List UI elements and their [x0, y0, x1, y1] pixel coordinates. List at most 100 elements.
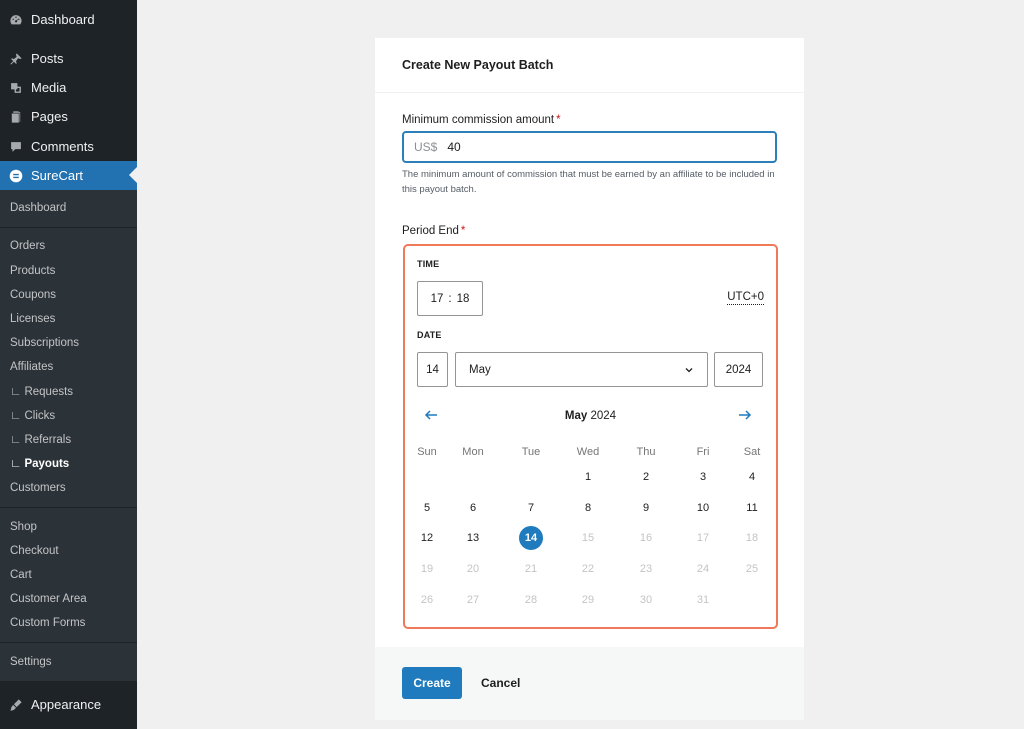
menu-comments[interactable]: Comments — [0, 132, 137, 161]
sub-cart[interactable]: Cart — [10, 566, 32, 584]
calendar-month: May — [564, 410, 588, 422]
calendar-day[interactable]: 2 — [634, 465, 658, 489]
chevron-down-icon — [685, 368, 693, 373]
sub-payouts[interactable]: ∟ Payouts — [10, 455, 69, 473]
weekday-tue: Tue — [521, 446, 541, 458]
sub-clicks[interactable]: ∟ Clicks — [10, 407, 55, 425]
sub-dashboard[interactable]: Dashboard — [10, 199, 66, 217]
weekday-wed: Wed — [576, 446, 600, 458]
calendar-day[interactable]: 4 — [740, 465, 764, 489]
calendar-day: 19 — [420, 563, 434, 575]
calendar-day[interactable]: 1 — [576, 465, 600, 489]
calendar-year: 2024 — [590, 410, 617, 422]
sub-checkout[interactable]: Checkout — [10, 542, 59, 560]
menu-label: Dashboard — [31, 12, 95, 27]
menu-media[interactable]: Media — [0, 73, 137, 102]
divider — [0, 507, 137, 508]
calendar-day[interactable]: 8 — [576, 496, 600, 520]
menu-label: SureCart — [31, 168, 84, 183]
calendar-day: 25 — [745, 563, 759, 575]
period-end-label: Period End * — [402, 225, 465, 237]
commission-amount-input[interactable]: US$ 40 — [402, 131, 777, 163]
calendar-day[interactable]: 13 — [461, 526, 485, 550]
sub-custom-forms[interactable]: Custom Forms — [10, 614, 85, 632]
sub-affiliates[interactable]: Affiliates — [10, 358, 53, 376]
calendar-day[interactable]: 12 — [415, 526, 439, 550]
required-mark: * — [556, 114, 561, 126]
year-input[interactable]: 2024 — [714, 352, 763, 387]
menu-pages[interactable]: Pages — [0, 102, 137, 131]
sub-shop[interactable]: Shop — [10, 518, 37, 536]
calendar-day: 30 — [639, 594, 653, 606]
sub-coupons[interactable]: Coupons — [10, 286, 56, 304]
calendar-day: 26 — [420, 594, 434, 606]
weekday-mon: Mon — [462, 446, 484, 458]
create-button[interactable]: Create — [402, 667, 462, 699]
hour-field[interactable]: 17 — [431, 293, 444, 305]
calendar-day[interactable]: 10 — [691, 496, 715, 520]
calendar-day[interactable]: 5 — [415, 496, 439, 520]
amount-label-text: Minimum commission amount — [402, 114, 555, 126]
pin-icon — [9, 52, 23, 66]
calendar-day: 22 — [581, 563, 595, 575]
cancel-button[interactable]: Cancel — [471, 667, 530, 699]
divider — [0, 642, 137, 643]
media-icon — [9, 81, 23, 95]
calendar-day: 20 — [466, 563, 480, 575]
sub-licenses[interactable]: Licenses — [10, 310, 55, 328]
calendar-day[interactable]: 9 — [634, 496, 658, 520]
sub-settings[interactable]: Settings — [10, 653, 52, 671]
menu-dashboard[interactable]: Dashboard — [0, 5, 137, 34]
day-input[interactable]: 14 — [417, 352, 448, 387]
date-label: DATE — [417, 330, 442, 340]
month-select[interactable]: May — [455, 352, 708, 387]
next-month-button[interactable] — [736, 406, 754, 424]
pages-icon — [9, 110, 23, 124]
amount-help-text: The minimum amount of commission that mu… — [402, 169, 775, 195]
minute-field[interactable]: 18 — [457, 293, 470, 305]
calendar-day[interactable]: 11 — [740, 496, 764, 520]
page-title: Create New Payout Batch — [402, 58, 554, 72]
amount-value: 40 — [447, 140, 461, 154]
calendar-day: 28 — [524, 594, 538, 606]
calendar-day[interactable]: 7 — [519, 496, 543, 520]
sub-referrals[interactable]: ∟ Referrals — [10, 431, 71, 449]
calendar-day: 31 — [696, 594, 710, 606]
menu-appearance[interactable]: Appearance — [0, 690, 137, 719]
calendar-day: 16 — [639, 532, 653, 544]
calendar-day: 24 — [696, 563, 710, 575]
calendar-day: 18 — [745, 532, 759, 544]
menu-label: Comments — [31, 139, 94, 154]
timezone-label: UTC+0 — [727, 291, 764, 305]
dashboard-icon — [9, 13, 23, 27]
sub-products[interactable]: Products — [10, 262, 55, 280]
sub-requests[interactable]: ∟ Requests — [10, 383, 73, 401]
time-separator: : — [448, 292, 452, 305]
surecart-submenu: Dashboard Orders Products Coupons Licens… — [0, 190, 137, 681]
calendar-day[interactable]: 6 — [461, 496, 485, 520]
comment-icon — [9, 140, 23, 154]
calendar-day: 29 — [581, 594, 595, 606]
menu-surecart[interactable]: SureCart — [0, 161, 137, 190]
weekday-fri: Fri — [696, 446, 710, 458]
sub-orders[interactable]: Orders — [10, 237, 45, 255]
payout-batch-card: Create New Payout Batch Minimum commissi… — [375, 38, 804, 720]
month-value: May — [469, 363, 491, 376]
sub-customer-area[interactable]: Customer Area — [10, 590, 87, 608]
calendar-day-selected[interactable]: 14 — [519, 526, 543, 550]
card-footer: Create Cancel — [375, 647, 804, 720]
calendar-day[interactable]: 3 — [691, 465, 715, 489]
active-indicator — [129, 167, 137, 183]
menu-label: Posts — [31, 51, 64, 66]
menu-label: Pages — [31, 109, 68, 124]
required-mark: * — [460, 225, 466, 237]
calendar-day: 27 — [466, 594, 480, 606]
sub-customers[interactable]: Customers — [10, 479, 66, 497]
menu-posts[interactable]: Posts — [0, 44, 137, 73]
menu-label: Media — [31, 80, 67, 95]
calendar-day: 17 — [696, 532, 710, 544]
sub-subscriptions[interactable]: Subscriptions — [10, 334, 79, 352]
time-input[interactable]: 17 : 18 — [417, 281, 483, 316]
card-header: Create New Payout Batch — [375, 38, 804, 93]
surecart-icon — [9, 169, 23, 183]
